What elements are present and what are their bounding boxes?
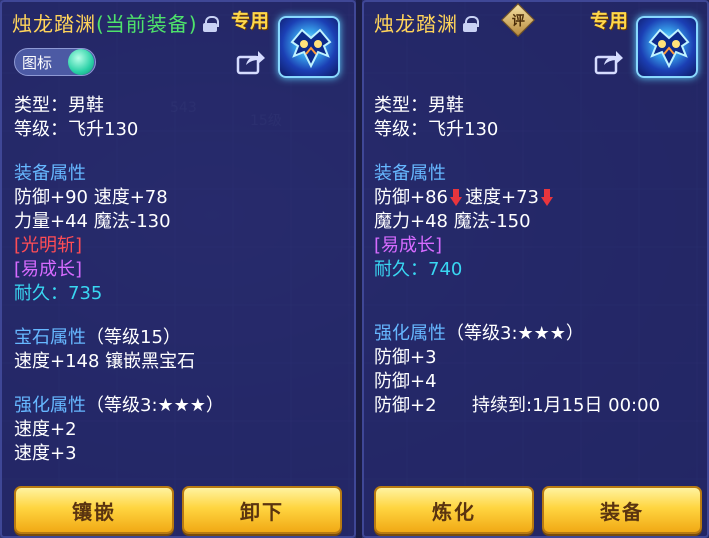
unequip-button[interactable]: 卸下 (182, 486, 342, 534)
special-trait: [易成长] (14, 259, 83, 280)
attr-line: 防御+86 速度+73 (374, 186, 704, 210)
equipment-compare-screen: 543 15级 烛龙踏渊 (当前装备) 专用 图标 (0, 0, 709, 538)
enhance-duration: 持续到:1月15日 00:00 (472, 395, 661, 416)
item-name: 烛龙踏渊 (374, 11, 458, 36)
item-title-row: 烛龙踏渊 (当前装备) (12, 8, 219, 36)
equip-button[interactable]: 装备 (542, 486, 702, 534)
attr-line: 力量+44 魔法-130 (14, 211, 171, 232)
enhance-level: （等级3:★★★） (86, 395, 224, 416)
current-equipment-panel: 烛龙踏渊 (当前装备) 专用 图标 类型：男鞋 等级：飞升130 装备属性 防御… (0, 0, 356, 538)
compare-equipment-panel: 烛龙踏渊 专用 类型：男鞋 等级：飞升130 装备属性 防御+86 速度+73 … (362, 0, 709, 538)
enhance-line: 防御+2 持续到:1月15日 00:00 (374, 394, 704, 418)
enhance-header-line: 强化属性 （等级3:★★★） (14, 394, 344, 418)
attr-line: 防御+90 速度+78 (14, 187, 168, 208)
durability-line: 耐久： 740 (374, 258, 704, 282)
attr-defense: 防御+86 (374, 187, 448, 208)
enhance-attr-header: 强化属性 (14, 395, 86, 416)
item-boots-icon (636, 16, 698, 78)
enhance-line: 速度+3 (14, 443, 77, 464)
gem-attr-header: 宝石属性 (14, 327, 86, 348)
item-details: 类型：男鞋 等级：飞升130 装备属性 防御+86 速度+73 魔力+48 魔法… (374, 94, 704, 418)
gem-header-line: 宝石属性 （等级15） (14, 326, 344, 350)
gem-level: （等级15） (86, 327, 181, 348)
toggle-knob (68, 49, 94, 75)
item-details: 类型：男鞋 等级：飞升130 装备属性 防御+90 速度+78 力量+44 魔法… (14, 94, 344, 466)
level-line: 等级：飞升130 (14, 119, 139, 140)
refine-button[interactable]: 炼化 (374, 486, 534, 534)
current-equipped-tag: (当前装备) (96, 11, 198, 36)
share-icon[interactable] (236, 49, 266, 75)
item-boots-icon (278, 16, 340, 78)
lock-icon[interactable] (202, 16, 219, 32)
enhance-line: 防御+3 (374, 347, 437, 368)
type-line: 类型：男鞋 (374, 95, 464, 116)
enhance-level: （等级3:★★★） (446, 323, 584, 344)
durability-value: 735 (68, 283, 103, 304)
enhance-value: 防御+2 (374, 395, 437, 416)
icon-toggle-switch[interactable]: 图标 (14, 48, 96, 76)
special-trait: [易成长] (374, 235, 443, 256)
toggle-label: 图标 (22, 54, 53, 72)
gem-line: 速度+148 镶嵌黑宝石 (14, 351, 196, 372)
durability-value: 740 (428, 259, 463, 280)
exclusive-tag: 专用 (231, 10, 270, 32)
special-skill: [光明斩] (14, 235, 83, 256)
durability-line: 耐久： 735 (14, 282, 344, 306)
item-name: 烛龙踏渊 (12, 11, 96, 36)
type-line: 类型：男鞋 (14, 95, 104, 116)
inlay-button[interactable]: 镶嵌 (14, 486, 174, 534)
enhance-line: 速度+2 (14, 419, 77, 440)
rate-label: 评 (511, 14, 525, 30)
enhance-attr-header: 强化属性 (374, 323, 446, 344)
durability-label: 耐久： (374, 259, 428, 280)
equip-attr-header: 装备属性 (14, 163, 86, 184)
down-arrow-icon (541, 189, 553, 207)
attr-speed: 速度+73 (465, 187, 539, 208)
exclusive-tag: 专用 (590, 10, 629, 32)
lock-icon[interactable] (463, 16, 479, 32)
item-title-row: 烛龙踏渊 (374, 8, 479, 36)
attr-line: 魔力+48 魔法-150 (374, 211, 531, 232)
enhance-line: 防御+4 (374, 371, 437, 392)
down-arrow-icon (450, 189, 462, 207)
enhance-header-line: 强化属性 （等级3:★★★） (374, 322, 704, 346)
equip-attr-header: 装备属性 (374, 163, 446, 184)
share-icon[interactable] (594, 49, 624, 75)
durability-label: 耐久： (14, 283, 68, 304)
level-line: 等级：飞升130 (374, 119, 499, 140)
